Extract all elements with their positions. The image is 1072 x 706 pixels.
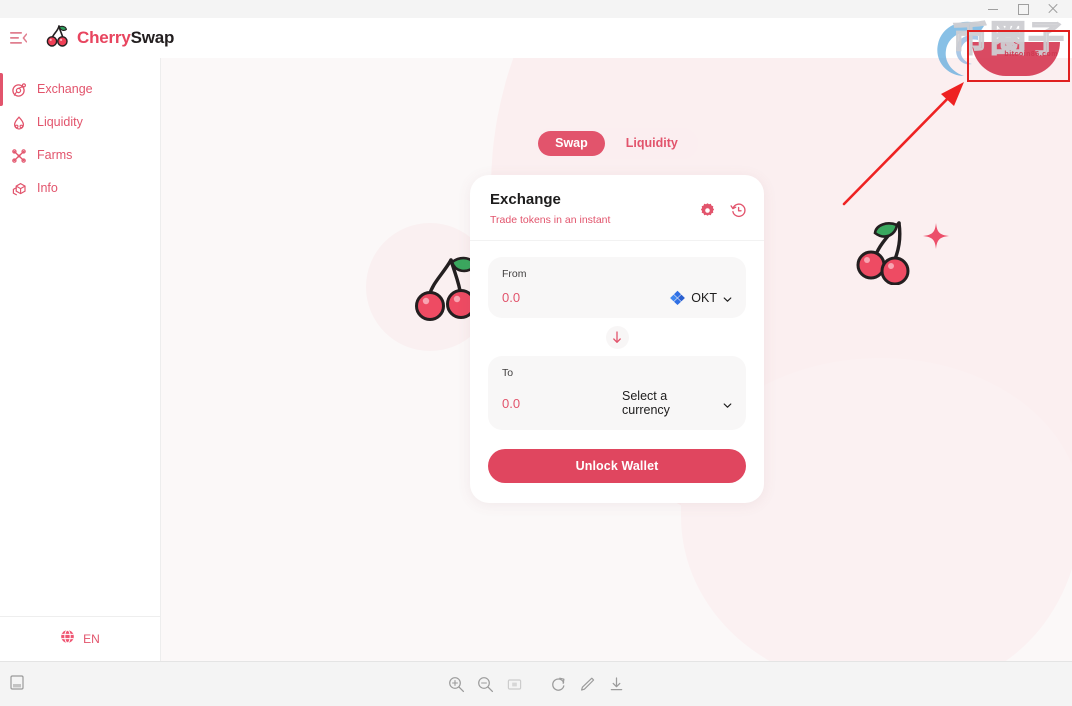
gear-icon[interactable] — [699, 202, 716, 219]
sidebar-item-label: Liquidity — [37, 115, 83, 130]
edit-pencil-icon[interactable] — [577, 675, 597, 695]
brand-name: CherrySwap — [77, 28, 174, 48]
cherryswap-app: CherrySwap Exchange Liquidity Farms Info… — [0, 18, 1072, 661]
language-selector[interactable]: EN — [0, 616, 160, 661]
mode-tabs-group: Swap Liquidity — [535, 128, 698, 159]
exchange-card-header: Exchange Trade tokens in an instant — [470, 175, 764, 241]
tab-swap[interactable]: Swap — [538, 131, 605, 156]
to-field: To Select a currency — [488, 356, 746, 430]
sidebar-item-label: Farms — [37, 148, 73, 163]
chevron-down-icon — [723, 399, 732, 408]
image-viewer-window: CherrySwap Exchange Liquidity Farms Info… — [0, 0, 1072, 706]
to-label: To — [502, 367, 514, 379]
chevron-down-icon — [723, 293, 732, 302]
brand-name-primary: Cherry — [77, 28, 131, 47]
sidebar-item-liquidity[interactable]: Liquidity — [0, 106, 160, 139]
from-amount-input[interactable] — [502, 290, 622, 305]
mode-tabs: Swap Liquidity — [161, 128, 1072, 159]
okt-token-icon — [670, 290, 686, 305]
sparkle-star-icon — [923, 223, 949, 254]
from-field: From 0.0 OKT — [488, 257, 746, 318]
sidebar-item-farms[interactable]: Farms — [0, 139, 160, 172]
language-label: EN — [83, 632, 100, 646]
to-token-label: Select a currency — [622, 389, 670, 417]
brand-logo[interactable]: CherrySwap — [46, 23, 174, 54]
brand-name-secondary: Swap — [130, 28, 175, 47]
arrow-down-icon[interactable] — [605, 326, 629, 349]
download-icon[interactable] — [606, 675, 626, 695]
exchange-card: Exchange Trade tokens in an instant From… — [470, 175, 764, 503]
cherry-illustration — [855, 213, 921, 290]
viewer-toolbar — [0, 661, 1072, 706]
from-label: From — [502, 268, 527, 280]
viewer-toolbar-buttons — [0, 662, 1072, 706]
from-token-selector[interactable]: OKT — [670, 290, 732, 305]
window-titlebar — [0, 0, 1072, 18]
flower-icon — [11, 148, 27, 164]
zoom-out-icon[interactable] — [475, 675, 495, 695]
tab-liquidity[interactable]: Liquidity — [609, 131, 695, 156]
sidebar-item-label: Exchange — [37, 82, 93, 97]
droplet-icon — [11, 115, 27, 131]
sidebar: Exchange Liquidity Farms Info EN — [0, 58, 161, 661]
to-token-selector[interactable]: Select a currency — [622, 389, 732, 417]
sidebar-item-label: Info — [37, 181, 58, 196]
swap-direction-wrap — [488, 318, 746, 356]
cube-icon — [11, 181, 27, 197]
aperture-icon — [11, 82, 27, 98]
close-button[interactable] — [1048, 4, 1058, 14]
history-clock-icon[interactable] — [730, 202, 747, 219]
minimize-button[interactable] — [988, 4, 998, 14]
window-controls — [988, 0, 1068, 18]
rotate-icon[interactable] — [548, 675, 568, 695]
to-amount-input[interactable] — [502, 395, 622, 411]
main-stage: Swap Liquidity Exchange Trade tokens in … — [161, 58, 1072, 661]
unlock-wallet-button[interactable]: Unlock Wallet — [488, 449, 746, 483]
hamburger-collapse-icon[interactable] — [0, 18, 36, 58]
zoom-in-icon[interactable] — [446, 675, 466, 695]
sidebar-item-info[interactable]: Info — [0, 172, 160, 205]
maximize-button[interactable] — [1018, 4, 1029, 15]
app-header: CherrySwap — [0, 18, 1072, 58]
sidebar-item-exchange[interactable]: Exchange — [0, 73, 160, 106]
exchange-card-body: From 0.0 OKT To 0.0 Select a currency Un… — [470, 241, 764, 503]
globe-icon — [60, 629, 75, 649]
cherry-logo-icon — [46, 23, 70, 54]
from-token-label: OKT — [691, 290, 717, 305]
actual-size-icon[interactable] — [504, 675, 524, 695]
card-action-group — [699, 202, 747, 219]
